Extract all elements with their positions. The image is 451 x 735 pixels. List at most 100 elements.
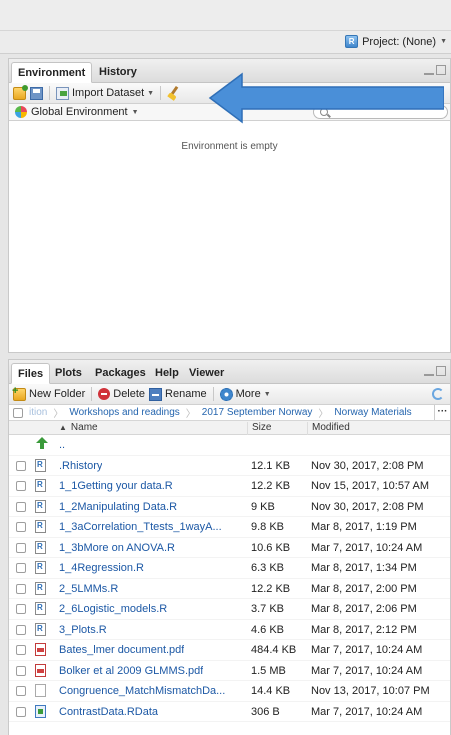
- import-dataset-label: Import Dataset: [72, 87, 145, 99]
- file-icon: [35, 684, 46, 697]
- file-modified: Mar 7, 2017, 10:24 AM: [311, 541, 423, 554]
- rename-button[interactable]: Rename: [149, 387, 207, 401]
- file-modified: Nov 15, 2017, 10:57 AM: [311, 480, 430, 492]
- row-checkbox[interactable]: [16, 563, 26, 573]
- chevron-down-icon: ▼: [440, 38, 447, 45]
- table-row[interactable]: 1_4Regression.R 6.3 KB Mar 8, 2017, 1:34 P…: [9, 558, 450, 579]
- select-all-checkbox[interactable]: [13, 407, 23, 418]
- files-toolbar: New Folder Delete Rename More ▼: [9, 384, 450, 405]
- breadcrumb-item[interactable]: Workshops and readings: [69, 407, 179, 418]
- parent-directory-row[interactable]: ..: [9, 435, 450, 456]
- chevron-down-icon: ▼: [263, 390, 271, 398]
- breadcrumb-separator: 〉: [53, 409, 64, 420]
- file-name-link[interactable]: Bolker et al 2009 GLMMS.pdf: [59, 665, 203, 677]
- column-modified[interactable]: Modified: [307, 422, 350, 435]
- table-row[interactable]: Bates_lmer document.pdf 484.4 KB Mar 7, 20…: [9, 640, 450, 661]
- breadcrumb: ition 〉 Workshops and readings 〉 2017 Se…: [9, 405, 450, 421]
- delete-icon: [98, 388, 111, 400]
- project-bar: R Project: (None) ▼: [0, 30, 451, 54]
- project-menu[interactable]: R Project: (None) ▼: [345, 35, 447, 48]
- minimize-icon[interactable]: [424, 366, 434, 376]
- file-name-link[interactable]: 2_6Logistic_models.R: [59, 603, 167, 615]
- go-to-directory-button[interactable]: ···: [434, 405, 450, 420]
- row-checkbox[interactable]: [16, 481, 26, 491]
- table-row[interactable]: 1_2Manipulating Data.R 9 KB Nov 30, 2017, …: [9, 497, 450, 517]
- file-size: 12.1 KB: [251, 459, 291, 472]
- breadcrumb-item[interactable]: 2017 September Norway: [202, 407, 313, 418]
- breadcrumb-item[interactable]: Norway Materials: [334, 407, 411, 418]
- file-name-link[interactable]: 1_3bMore on ANOVA.R: [59, 542, 175, 554]
- row-checkbox[interactable]: [16, 604, 26, 614]
- file-size: 14.4 KB: [251, 685, 291, 697]
- table-row[interactable]: ContrastData.RData 306 B Mar 7, 2017, 10:2…: [9, 702, 450, 722]
- row-checkbox[interactable]: [16, 460, 26, 471]
- file-name-link[interactable]: 1_4Regression.R: [59, 562, 144, 574]
- load-workspace-icon[interactable]: [13, 84, 28, 100]
- sort-ascending-icon: ▲: [59, 423, 67, 432]
- file-name-link[interactable]: ContrastData.RData: [59, 706, 158, 718]
- file-size: 484.4 KB: [251, 644, 297, 656]
- breadcrumb-item[interactable]: ition: [29, 407, 47, 418]
- maximize-icon[interactable]: [436, 366, 446, 376]
- file-name-link[interactable]: Bates_lmer document.pdf: [59, 644, 184, 656]
- table-row[interactable]: 2_5LMMs.R 12.2 KB Mar 8, 2017, 2:00 PM: [9, 579, 450, 599]
- row-checkbox[interactable]: [16, 583, 26, 594]
- file-name-link[interactable]: 2_5LMMs.R: [59, 583, 118, 595]
- rdata-icon: [35, 704, 46, 718]
- table-row[interactable]: 1_3bMore on ANOVA.R 10.6 KB Mar 7, 2017, 1…: [9, 538, 450, 558]
- file-name-link[interactable]: .Rhistory: [59, 460, 102, 472]
- row-checkbox[interactable]: [16, 645, 26, 655]
- file-modified: Mar 8, 2017, 1:19 PM: [311, 521, 417, 533]
- table-row[interactable]: 1_1Getting your data.R 12.2 KB Nov 15, 201…: [9, 476, 450, 497]
- file-size: 6.3 KB: [251, 562, 285, 574]
- save-workspace-icon[interactable]: [30, 86, 43, 100]
- breadcrumb-separator: 〉: [185, 409, 196, 420]
- column-size[interactable]: Size: [247, 422, 271, 435]
- tab-viewer[interactable]: Viewer: [183, 363, 230, 384]
- import-dataset-button[interactable]: Import Dataset ▼: [56, 86, 154, 100]
- row-checkbox[interactable]: [16, 665, 26, 676]
- pdf-icon: [35, 643, 46, 656]
- file-modified: Mar 7, 2017, 10:24 AM: [311, 705, 423, 718]
- table-row[interactable]: Bolker et al 2009 GLMMS.pdf 1.5 MB Mar 7, …: [9, 661, 450, 681]
- tab-history[interactable]: History: [93, 62, 143, 83]
- annotation-arrow: [208, 72, 444, 124]
- delete-button[interactable]: Delete: [98, 388, 145, 400]
- chevron-down-icon: ▼: [131, 108, 139, 116]
- row-checkbox[interactable]: [16, 501, 26, 512]
- tab-plots[interactable]: Plots: [49, 363, 88, 384]
- tab-help[interactable]: Help: [149, 363, 185, 384]
- row-checkbox[interactable]: [16, 542, 26, 553]
- broom-icon[interactable]: [167, 86, 181, 100]
- refresh-icon[interactable]: [432, 388, 444, 400]
- new-folder-button[interactable]: New Folder: [12, 385, 86, 401]
- project-label: Project: (None): [362, 35, 437, 48]
- table-row[interactable]: 1_3aCorrelation_Ttests_1wayA... 9.8 KB Mar…: [9, 517, 450, 538]
- r-script-icon: [35, 499, 46, 513]
- row-checkbox[interactable]: [16, 522, 26, 532]
- file-name-link[interactable]: 1_3aCorrelation_Ttests_1wayA...: [59, 521, 222, 533]
- column-name[interactable]: ▲ Name: [59, 422, 98, 433]
- environment-scope-dropdown[interactable]: Global Environment: [31, 106, 128, 118]
- file-name-link[interactable]: 1_2Manipulating Data.R: [59, 501, 177, 513]
- file-modified: Mar 8, 2017, 2:06 PM: [311, 603, 417, 615]
- row-checkbox[interactable]: [16, 624, 26, 635]
- row-checkbox[interactable]: [16, 686, 26, 696]
- tab-files[interactable]: Files: [11, 363, 51, 384]
- more-button[interactable]: More ▼: [219, 387, 271, 401]
- tab-packages[interactable]: Packages: [89, 363, 152, 384]
- r-script-icon: [35, 581, 46, 595]
- file-name-link[interactable]: Congruence_MatchMismatchDa...: [59, 685, 225, 697]
- table-row[interactable]: Congruence_MatchMismatchDa... 14.4 KB Nov …: [9, 681, 450, 702]
- tab-environment[interactable]: Environment: [11, 62, 93, 83]
- row-checkbox[interactable]: [16, 706, 26, 717]
- new-folder-label: New Folder: [29, 388, 86, 400]
- file-name-link[interactable]: 3_Plots.R: [59, 624, 107, 636]
- table-row[interactable]: 2_6Logistic_models.R 3.7 KB Mar 8, 2017, 2…: [9, 599, 450, 620]
- file-size: 3.7 KB: [251, 603, 285, 615]
- table-row[interactable]: 3_Plots.R 4.6 KB Mar 8, 2017, 2:12 PM: [9, 620, 450, 640]
- table-row[interactable]: .Rhistory 12.1 KB Nov 30, 2017, 2:08 PM: [9, 456, 450, 476]
- parent-directory-link[interactable]: ..: [59, 439, 65, 451]
- file-name-link[interactable]: 1_1Getting your data.R: [59, 480, 173, 492]
- gear-icon: [219, 387, 233, 401]
